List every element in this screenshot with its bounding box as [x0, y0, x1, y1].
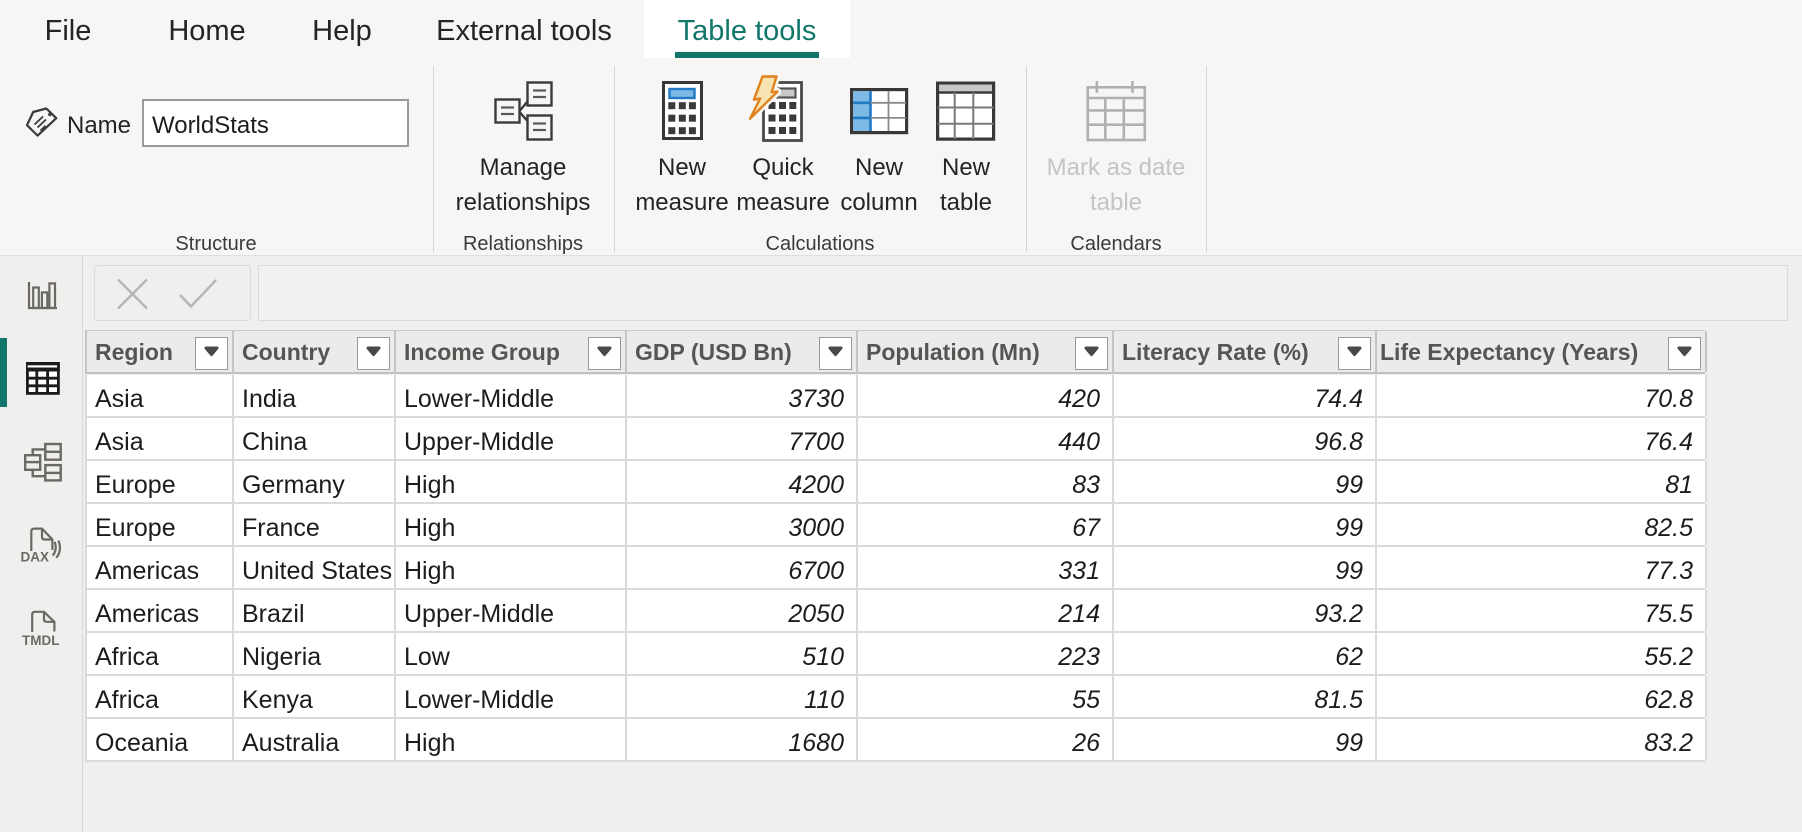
svg-text:DAX: DAX — [21, 550, 50, 565]
svg-text:TMDL: TMDL — [22, 633, 60, 648]
